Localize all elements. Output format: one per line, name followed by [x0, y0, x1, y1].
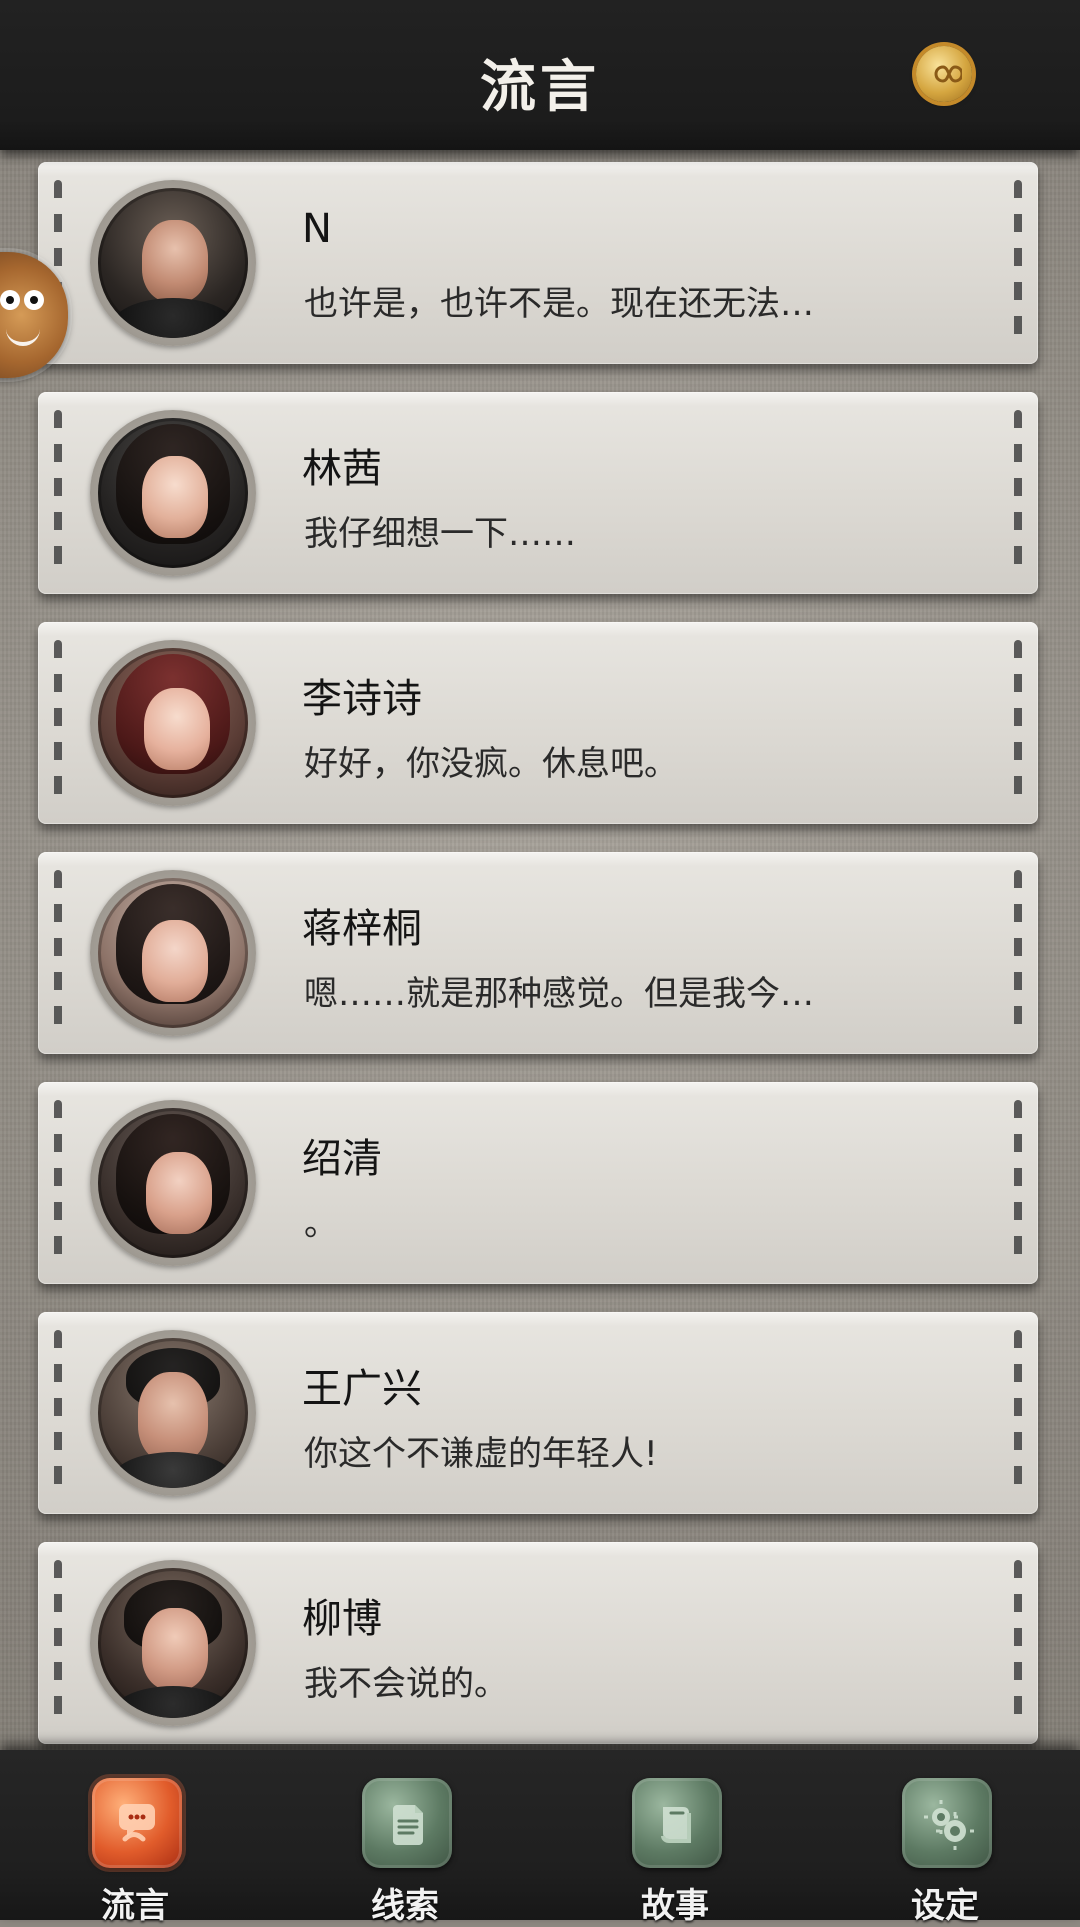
nav-item-rumors[interactable]: 流言: [0, 1750, 270, 1926]
card-stitch-left: [54, 410, 62, 576]
message-preview: 好好，你没疯。休息吧。: [304, 744, 678, 784]
card-stitch-left: [54, 1100, 62, 1266]
chat-bubble-svg: [119, 1804, 155, 1842]
message-card[interactable]: N 也许是，也许不是。现在还无法…: [38, 162, 1038, 364]
top-bar: 流言: [0, 0, 1080, 150]
mascot-eye-left: [0, 290, 20, 310]
card-stitch-left: [54, 1330, 62, 1496]
contact-name: 绍清: [302, 1136, 382, 1182]
mascot-eye-right: [24, 290, 44, 310]
bottom-navigation: 流言 线索 故事 设定: [0, 1750, 1080, 1926]
mascot-pupil-left: [6, 296, 14, 304]
avatar: [90, 1560, 256, 1726]
avatar-photo: [98, 418, 248, 568]
avatar: [90, 180, 256, 346]
gears-icon: [902, 1778, 992, 1868]
avatar-photo: [98, 1108, 248, 1258]
card-stitch-right: [1014, 640, 1022, 806]
paper-svg: [393, 1805, 423, 1845]
card-stitch-right: [1014, 1330, 1022, 1496]
infinity-icon: [934, 65, 962, 83]
message-card[interactable]: 林茜 我仔细想一下……: [38, 392, 1038, 594]
nav-item-story[interactable]: 故事: [540, 1750, 810, 1926]
avatar-photo: [98, 878, 248, 1028]
paper-icon: [362, 1778, 452, 1868]
card-stitch-right: [1014, 410, 1022, 576]
mascot-face-icon: [0, 290, 46, 316]
avatar: [90, 1100, 256, 1266]
avatar-photo: [98, 648, 248, 798]
contact-name: 蒋梓桐: [302, 906, 422, 952]
message-preview: 。: [304, 1204, 338, 1244]
avatar-photo: [98, 1568, 248, 1718]
avatar-face: [146, 1152, 212, 1234]
message-card[interactable]: 蒋梓桐 嗯……就是那种感觉。但是我今…: [38, 852, 1038, 1054]
infinity-coin-icon[interactable]: [916, 46, 972, 102]
message-preview: 你这个不谦虚的年轻人!: [304, 1434, 658, 1474]
card-stitch-left: [54, 1560, 62, 1726]
avatar: [90, 870, 256, 1036]
mascot-mouth: [6, 324, 40, 346]
avatar: [90, 1330, 256, 1496]
message-card[interactable]: 李诗诗 好好，你没疯。休息吧。: [38, 622, 1038, 824]
avatar-face: [142, 920, 208, 1002]
message-card[interactable]: 王广兴 你这个不谦虚的年轻人!: [38, 1312, 1038, 1514]
avatar-face: [138, 1372, 208, 1462]
nav-item-settings[interactable]: 设定: [810, 1750, 1080, 1926]
card-stitch-right: [1014, 180, 1022, 346]
mascot-pupil-right: [30, 296, 38, 304]
card-stitch-left: [54, 640, 62, 806]
avatar-face: [144, 688, 210, 770]
avatar-body: [110, 1452, 236, 1488]
nav-item-clues[interactable]: 线索: [270, 1750, 540, 1926]
card-stitch-right: [1014, 870, 1022, 1036]
message-card[interactable]: 柳博 我不会说的。: [38, 1542, 1038, 1744]
contact-name: 柳博: [302, 1596, 382, 1642]
avatar-face: [142, 1608, 208, 1690]
avatar-face: [142, 220, 208, 302]
contact-name: 李诗诗: [302, 676, 422, 722]
message-card[interactable]: 绍清 。: [38, 1082, 1038, 1284]
contact-name: N: [302, 206, 332, 252]
card-stitch-right: [1014, 1100, 1022, 1266]
avatar-body: [110, 298, 236, 338]
gears-svg: [924, 1800, 974, 1850]
message-preview: 我仔细想一下……: [304, 514, 576, 554]
contact-name: 王广兴: [302, 1366, 422, 1412]
card-stitch-right: [1014, 1560, 1022, 1726]
avatar-photo: [98, 188, 248, 338]
avatar-face: [142, 456, 208, 538]
avatar: [90, 410, 256, 576]
message-preview: 也许是，也许不是。现在还无法…: [304, 284, 814, 324]
message-preview: 我不会说的。: [304, 1664, 508, 1704]
card-stitch-left: [54, 870, 62, 1036]
message-preview: 嗯……就是那种感觉。但是我今…: [304, 974, 814, 1014]
avatar-body: [110, 1686, 236, 1718]
book-icon: [632, 1778, 722, 1868]
avatar: [90, 640, 256, 806]
chat-bubble-icon: [92, 1778, 182, 1868]
avatar-photo: [98, 1338, 248, 1488]
contact-name: 林茜: [302, 446, 382, 492]
message-list: N 也许是，也许不是。现在还无法… 林茜 我仔细想一下…… 李诗诗 好好，你没疯…: [0, 150, 1080, 1750]
book-svg: [661, 1807, 691, 1843]
